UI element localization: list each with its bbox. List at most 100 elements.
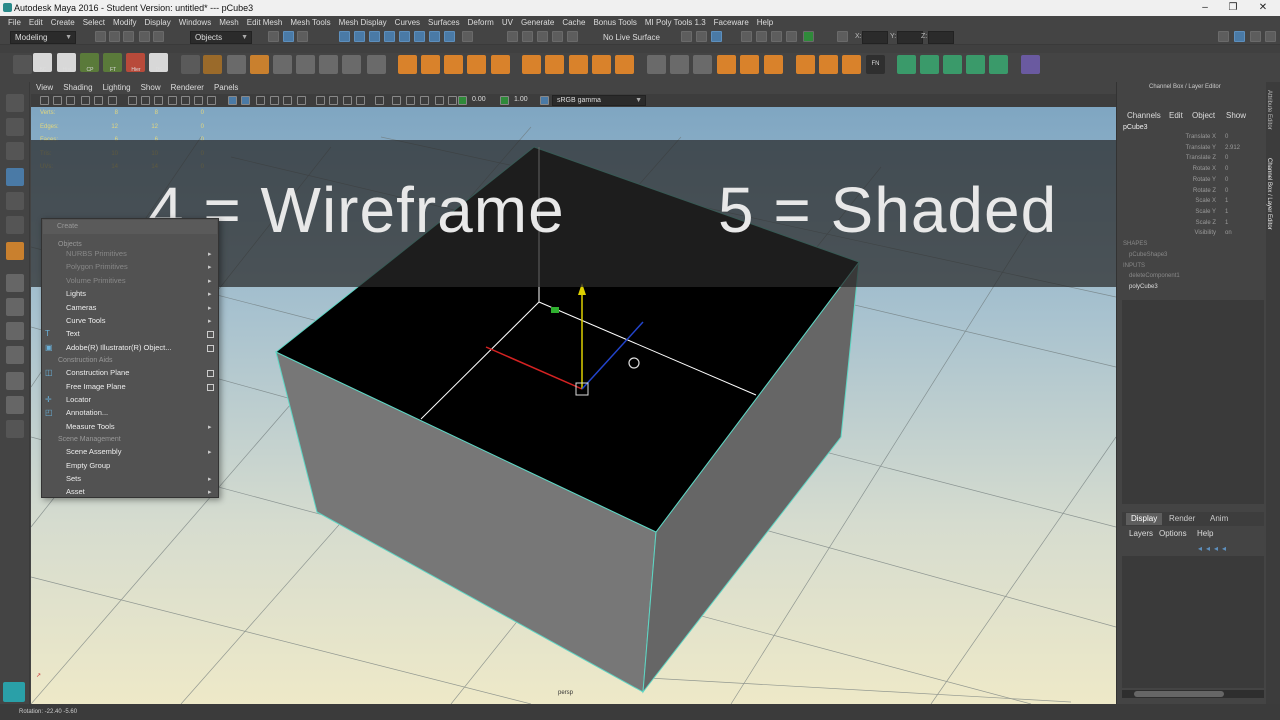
film-gate-icon[interactable] <box>108 96 117 105</box>
tab-anim[interactable]: Anim <box>1205 513 1233 525</box>
layer-arrows-icon[interactable]: ◂◂◂◂ <box>1198 544 1260 553</box>
menu-item-asset[interactable]: Asset <box>66 487 85 497</box>
open-scene-icon[interactable] <box>109 31 120 42</box>
attribute-name[interactable]: Visibility <box>1136 230 1216 236</box>
bookmark-icon[interactable] <box>66 96 75 105</box>
channel-menu-show[interactable]: Show <box>1226 111 1246 120</box>
gate-mask-icon[interactable] <box>141 96 150 105</box>
menu-set-dropdown[interactable]: Modeling ▼ <box>10 31 76 44</box>
selected-object-name[interactable]: pCube3 <box>1123 124 1148 131</box>
attribute-value[interactable]: 0 <box>1225 188 1228 194</box>
menu-item-annotation[interactable]: Annotation... <box>66 408 108 418</box>
snap-point-icon[interactable] <box>369 31 380 42</box>
paint-select-tool-icon[interactable] <box>6 142 24 160</box>
y-coord-input[interactable] <box>897 31 923 44</box>
menu-item-nurbs-primitives[interactable]: NURBS Primitives <box>66 249 127 259</box>
mi-tool-6-shelf-icon[interactable] <box>1021 55 1040 74</box>
panel-menu-shading[interactable]: Shading <box>58 82 97 94</box>
shelf-menu-icon[interactable] <box>13 55 32 74</box>
poly-cylinder-shelf-icon[interactable] <box>421 55 440 74</box>
menu-windows[interactable]: Windows <box>175 16 215 29</box>
fn-shelf-icon[interactable]: FN <box>866 55 885 74</box>
multi-cut-shelf-icon[interactable] <box>319 55 338 74</box>
safe-title-icon[interactable] <box>181 96 190 105</box>
menu-item-lights[interactable]: Lights <box>66 289 86 299</box>
menu-edit-mesh[interactable]: Edit Mesh <box>243 16 287 29</box>
attribute-name[interactable]: Rotate Z <box>1136 188 1216 194</box>
backface-icon[interactable] <box>375 96 384 105</box>
merge-shelf-icon[interactable] <box>367 55 386 74</box>
safe-action-icon[interactable] <box>168 96 177 105</box>
input-node[interactable]: polyCube3 <box>1129 284 1158 290</box>
menu-item-measure-tools[interactable]: Measure Tools <box>66 422 115 432</box>
snap-face-icon[interactable] <box>414 31 425 42</box>
target-weld-shelf-icon[interactable] <box>342 55 361 74</box>
select-object-icon[interactable] <box>283 31 294 42</box>
snap-curve-icon[interactable] <box>354 31 365 42</box>
attribute-name[interactable]: Scale Y <box>1136 209 1216 215</box>
mi-tool-2-shelf-icon[interactable] <box>920 55 939 74</box>
screen-space-icon[interactable] <box>448 96 457 105</box>
attribute-name[interactable]: Translate Y <box>1136 145 1216 151</box>
insert-edge-shelf-icon[interactable] <box>296 55 315 74</box>
custom-layout-icon[interactable] <box>6 420 24 438</box>
poly-cube-shelf-icon[interactable] <box>398 55 417 74</box>
attribute-name[interactable]: Scale X <box>1136 198 1216 204</box>
channel-menu-object[interactable]: Object <box>1192 111 1215 120</box>
ambient-occlusion-icon[interactable] <box>283 96 292 105</box>
isolate-select-icon[interactable] <box>329 96 338 105</box>
layout-icon[interactable] <box>1234 31 1245 42</box>
persp-outliner-layout-icon[interactable] <box>6 322 24 340</box>
layer-menu-layers[interactable]: Layers <box>1129 529 1153 538</box>
ipr-render-icon[interactable] <box>696 31 707 42</box>
menu-item-construction-plane[interactable]: Construction Plane <box>66 368 129 378</box>
bevel-poly-shelf-icon[interactable] <box>717 55 736 74</box>
move-tool-icon[interactable] <box>6 168 24 186</box>
texture-icon[interactable] <box>406 96 415 105</box>
horizontal-scrollbar[interactable] <box>1122 690 1264 698</box>
uv-planar-shelf-icon[interactable] <box>796 55 815 74</box>
menu-cache[interactable]: Cache <box>558 16 589 29</box>
menu-item-scene-assembly[interactable]: Scene Assembly <box>66 447 121 457</box>
attribute-name[interactable]: Translate Z <box>1136 155 1216 161</box>
boolean-shelf-icon[interactable] <box>569 55 588 74</box>
uv-editor-icon[interactable] <box>786 31 797 42</box>
menu-file[interactable]: File <box>4 16 25 29</box>
panel-menu-show[interactable]: Show <box>136 82 166 94</box>
uv-layout-icon[interactable] <box>6 396 24 414</box>
mirror-shelf-icon[interactable] <box>647 55 666 74</box>
render-view-icon[interactable] <box>756 31 767 42</box>
menu-curves[interactable]: Curves <box>391 16 424 29</box>
workspace-icon[interactable] <box>1218 31 1229 42</box>
combine-shelf-icon[interactable] <box>522 55 541 74</box>
menu-item-adobe-r-illustrator-r-object[interactable]: Adobe(R) Illustrator(R) Object... <box>66 343 171 353</box>
magnet-icon[interactable] <box>567 31 578 42</box>
construction-history-icon[interactable] <box>537 31 548 42</box>
reduce-shelf-icon[interactable] <box>615 55 634 74</box>
layer-menu-options[interactable]: Options <box>1159 529 1187 538</box>
attribute-value[interactable]: 2.912 <box>1225 145 1240 151</box>
menu-item-sets[interactable]: Sets <box>66 474 81 484</box>
menu-item-locator[interactable]: Locator <box>66 395 91 405</box>
panel-menu-renderer[interactable]: Renderer <box>166 82 209 94</box>
light-editor-icon[interactable] <box>771 31 782 42</box>
menu-item-free-image-plane[interactable]: Free Image Plane <box>66 382 126 392</box>
maximize-button[interactable]: ❐ <box>1218 0 1248 16</box>
option-box-icon[interactable] <box>207 331 214 339</box>
multisample-icon[interactable] <box>316 96 325 105</box>
save-scene-icon[interactable] <box>123 31 134 42</box>
gamma-icon[interactable] <box>500 96 509 105</box>
mi-tool-5-shelf-icon[interactable] <box>989 55 1008 74</box>
poke-shelf-icon[interactable] <box>740 55 759 74</box>
attribute-name[interactable]: Translate X <box>1136 134 1216 140</box>
scale-tool-icon[interactable] <box>6 216 24 234</box>
mi-tool-4-shelf-icon[interactable] <box>966 55 985 74</box>
uv-automatic-shelf-icon[interactable] <box>842 55 861 74</box>
snap-grid-icon[interactable] <box>339 31 350 42</box>
tab-display[interactable]: Display <box>1126 513 1163 525</box>
select-hierarchy-icon[interactable] <box>268 31 279 42</box>
select-tool-shelf-icon[interactable] <box>181 55 200 74</box>
panel-menu-view[interactable]: View <box>31 82 58 94</box>
menu-bonus-tools[interactable]: Bonus Tools <box>589 16 640 29</box>
lasso-tool-icon[interactable] <box>6 118 24 136</box>
